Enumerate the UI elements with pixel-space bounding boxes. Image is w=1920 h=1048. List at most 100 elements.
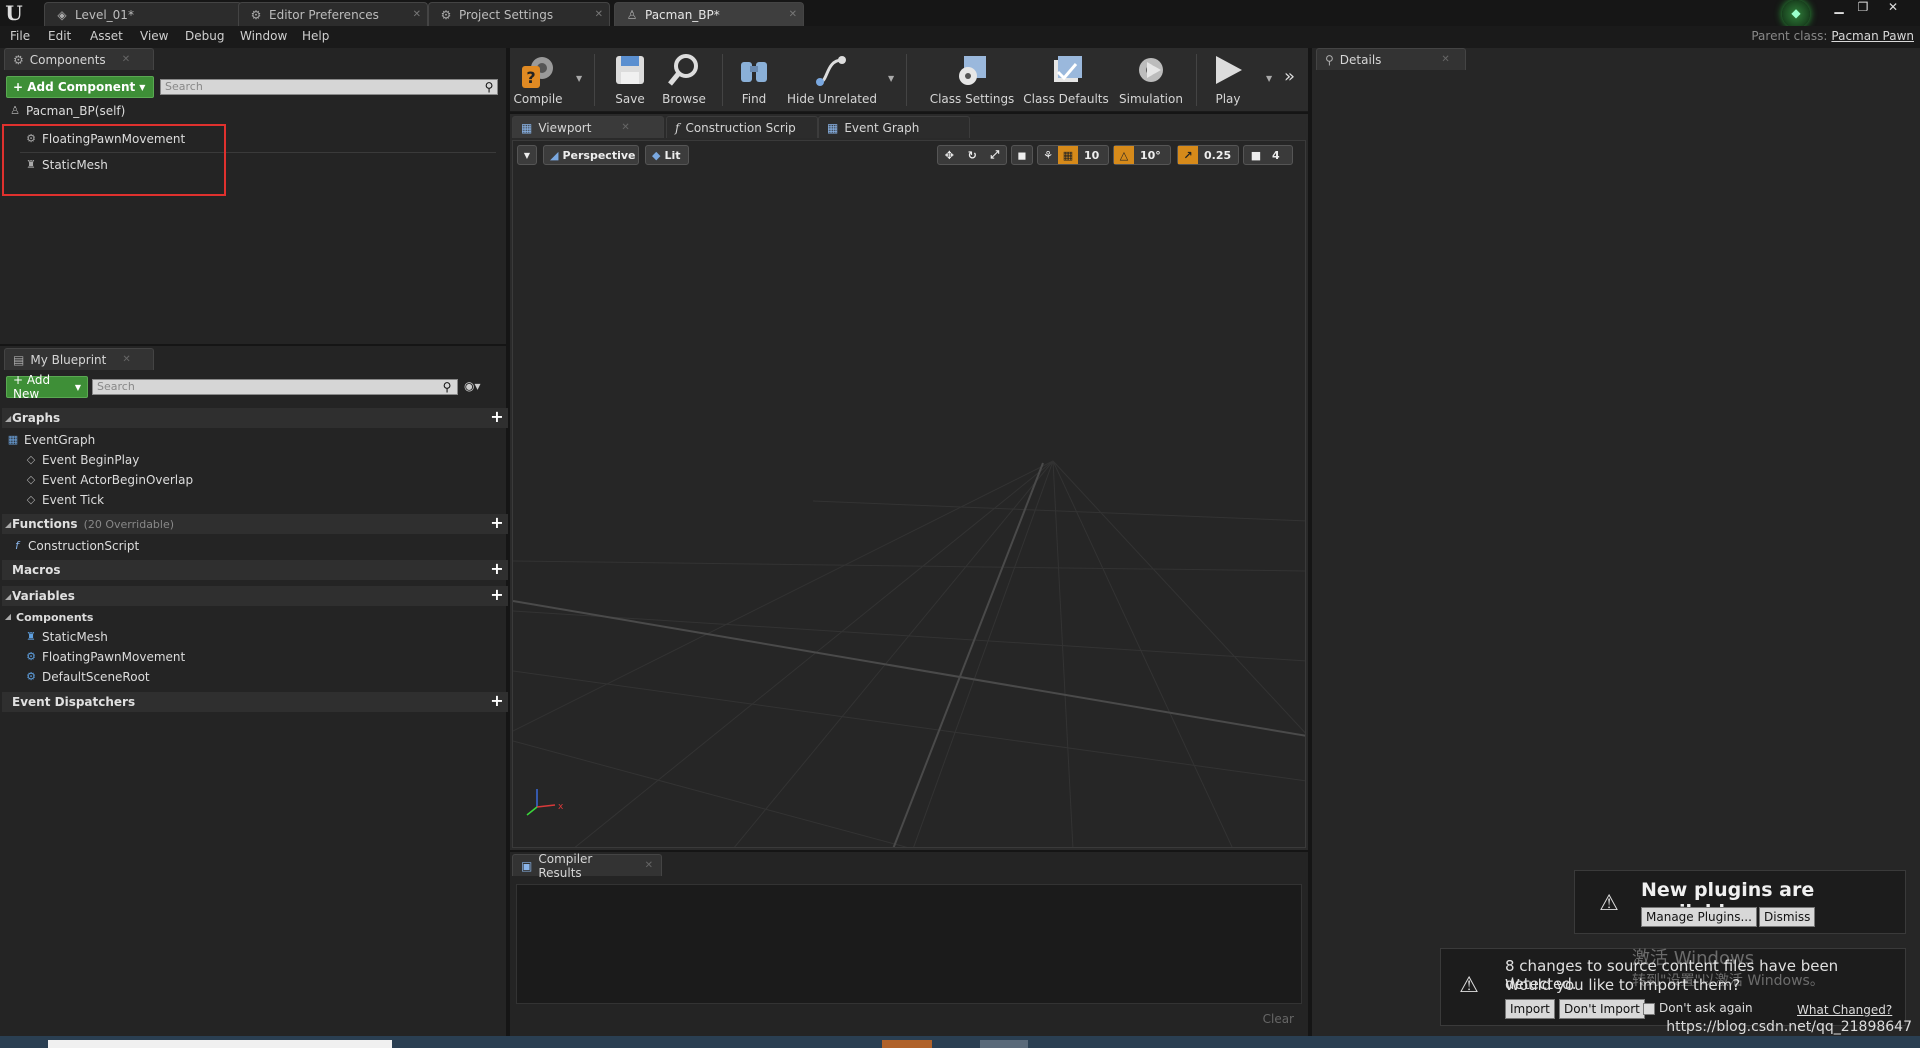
doc-tab-project-settings[interactable]: ⚙ Project Settings ✕ [428, 2, 610, 26]
coordinate-space-button[interactable]: ◼ [1011, 145, 1033, 165]
clear-button[interactable]: Clear [1263, 1012, 1294, 1026]
category-graphs[interactable]: ◢ Graphs + [2, 408, 508, 428]
function-construction-script[interactable]: f ConstructionScript [10, 537, 139, 555]
menu-edit[interactable]: Edit [48, 29, 71, 43]
menu-file[interactable]: File [10, 29, 30, 43]
hide-unrelated-chevron-icon[interactable]: ▼ [888, 74, 894, 83]
event-tick[interactable]: ◇ Event Tick [24, 491, 104, 509]
taskbar-search[interactable] [48, 1040, 392, 1048]
class-settings-button[interactable]: Class Settings [930, 50, 1014, 110]
find-button[interactable]: Find [734, 50, 774, 110]
add-component-button[interactable]: + Add Component ▼ [6, 76, 154, 98]
close-icon[interactable]: ✕ [789, 9, 797, 20]
compile-button[interactable]: ? Compile [513, 50, 563, 110]
perspective-button[interactable]: ◢ Perspective [543, 145, 639, 165]
menu-help[interactable]: Help [302, 29, 329, 43]
component-root[interactable]: ♙ Pacman_BP(self) [8, 102, 125, 120]
menu-asset[interactable]: Asset [90, 29, 123, 43]
menu-debug[interactable]: Debug [185, 29, 224, 43]
add-function-icon[interactable]: + [490, 515, 504, 531]
event-begin-play[interactable]: ◇ Event BeginPlay [24, 451, 140, 469]
close-icon[interactable]: ✕ [621, 122, 629, 133]
scale-icon[interactable]: ⤢ [990, 148, 999, 162]
translate-icon[interactable]: ✥ [945, 149, 954, 162]
restore-icon[interactable]: ❐ [1852, 0, 1874, 14]
close-icon[interactable]: ✕ [122, 54, 130, 65]
category-variables[interactable]: ◢ Variables + [2, 586, 508, 606]
taskbar-app-icon[interactable] [882, 1040, 932, 1048]
dont-ask-checkbox[interactable] [1643, 1003, 1655, 1015]
lit-button[interactable]: ◆ Lit [645, 145, 689, 165]
play-button[interactable]: Play [1204, 50, 1252, 110]
search-icon[interactable]: ⚲ [482, 80, 496, 94]
category-label: Macros [12, 563, 61, 577]
blueprint-search-input[interactable]: Search [92, 379, 458, 395]
unreal-logo-icon[interactable]: U [2, 2, 26, 24]
class-defaults-button[interactable]: Class Defaults [1023, 50, 1109, 110]
doc-tab-level[interactable]: ◈ Level_01* [44, 2, 242, 26]
manage-plugins-button[interactable]: Manage Plugins... [1641, 907, 1757, 927]
taskbar-app-icon[interactable] [980, 1040, 1028, 1048]
viewport-options-button[interactable]: ▼ [517, 145, 537, 165]
transform-tools[interactable]: ✥ ↻ ⤢ [937, 145, 1007, 165]
play-options-chevron-icon[interactable]: ▼ [1266, 74, 1272, 83]
tab-construction-script[interactable]: f Construction Scrip [666, 116, 818, 138]
close-icon[interactable]: ✕ [413, 9, 421, 20]
tab-label: Components [29, 52, 106, 67]
tab-details[interactable]: ⚲ Details ✕ [1316, 48, 1466, 70]
camera-speed-control[interactable]: ■ 4 [1243, 145, 1293, 165]
search-icon[interactable]: ⚲ [440, 380, 454, 394]
add-new-button[interactable]: + Add New ▼ [6, 373, 88, 401]
hide-unrelated-button[interactable]: Hide Unrelated [787, 50, 877, 110]
category-event-dispatchers[interactable]: Event Dispatchers + [2, 692, 508, 712]
variable-label: FloatingPawnMovement [42, 650, 186, 664]
parent-class-link[interactable]: Pacman Pawn [1831, 29, 1914, 43]
variables-components-group[interactable]: ◢ Components [4, 608, 94, 626]
close-icon[interactable]: ✕ [645, 860, 653, 871]
close-icon[interactable]: ✕ [122, 354, 130, 365]
simulation-button[interactable]: Simulation [1118, 50, 1184, 110]
import-button[interactable]: Import [1505, 999, 1555, 1019]
viewport-canvas[interactable]: x ▼ ◢ Perspective ◆ Lit ✥ ↻ ⤢ ◼ ⚘ ▦ 10 △… [512, 140, 1306, 848]
close-icon[interactable]: ✕ [595, 9, 603, 20]
grid-snap-control[interactable]: ⚘ ▦ 10 [1037, 145, 1109, 165]
add-dispatcher-icon[interactable]: + [490, 693, 504, 709]
rotation-snap-control[interactable]: △ 10° [1113, 145, 1171, 165]
category-functions[interactable]: ◢ Functions (20 Overridable) + [2, 514, 508, 534]
tab-event-graph[interactable]: ▦ Event Graph [818, 116, 970, 138]
variable-static-mesh[interactable]: ♜ StaticMesh [24, 628, 108, 646]
tab-components[interactable]: ⚙ Components ✕ [4, 48, 154, 70]
add-graph-icon[interactable]: + [490, 409, 504, 425]
menu-view[interactable]: View [140, 29, 168, 43]
variable-floating-pawn-movement[interactable]: ⚙ FloatingPawnMovement [24, 648, 185, 666]
variable-label: StaticMesh [42, 630, 108, 644]
save-button[interactable]: Save [610, 50, 650, 110]
rotate-icon[interactable]: ↻ [968, 149, 977, 162]
variable-default-scene-root[interactable]: ⚙ DefaultSceneRoot [24, 668, 150, 686]
dismiss-button[interactable]: Dismiss [1759, 907, 1816, 927]
highlight-box [2, 124, 226, 196]
close-icon[interactable]: ✕ [1441, 54, 1449, 65]
what-changed-link[interactable]: What Changed? [1797, 1003, 1892, 1017]
event-actor-begin-overlap[interactable]: ◇ Event ActorBeginOverlap [24, 471, 193, 489]
doc-tab-pacman-bp[interactable]: ♙ Pacman_BP* ✕ [614, 2, 804, 26]
graph-event-graph[interactable]: ▦ EventGraph [6, 431, 95, 449]
scale-snap-control[interactable]: ↗ 0.25 [1177, 145, 1239, 165]
minimize-icon[interactable]: ▁ [1828, 0, 1850, 14]
category-macros[interactable]: Macros + [2, 560, 508, 580]
source-control-icon[interactable]: ◆ [1782, 0, 1810, 28]
browse-button[interactable]: Browse [660, 50, 708, 110]
add-variable-icon[interactable]: + [490, 587, 504, 603]
add-macro-icon[interactable]: + [490, 561, 504, 577]
components-search-input[interactable]: Search [160, 79, 498, 95]
tab-my-blueprint[interactable]: ▤ My Blueprint ✕ [4, 348, 154, 370]
dont-import-button[interactable]: Don't Import [1559, 999, 1645, 1019]
more-toolbar-icon[interactable]: » [1284, 66, 1295, 87]
menu-window[interactable]: Window [240, 29, 287, 43]
compile-options-chevron-icon[interactable]: ▼ [576, 74, 582, 83]
tab-viewport[interactable]: ▦ Viewport ✕ [512, 116, 664, 138]
close-window-icon[interactable]: ✕ [1882, 0, 1904, 14]
doc-tab-editor-preferences[interactable]: ⚙ Editor Preferences ✕ [238, 2, 428, 26]
tab-compiler-results[interactable]: ▣ Compiler Results ✕ [512, 852, 662, 880]
eye-icon[interactable]: ◉▾ [464, 379, 481, 393]
